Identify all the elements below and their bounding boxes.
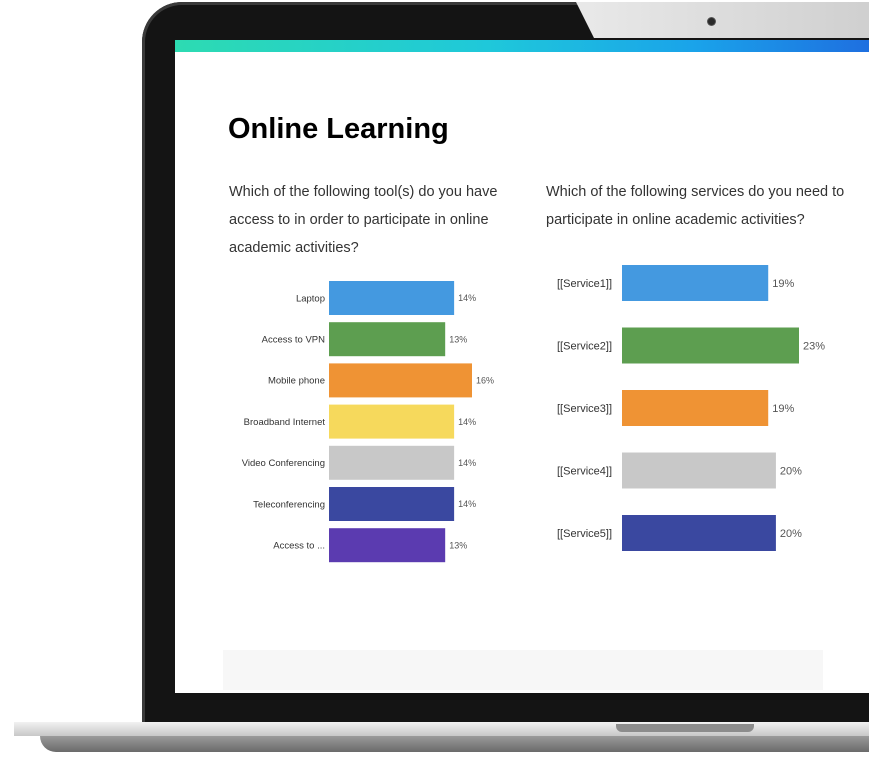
category-label: Mobile phone (268, 376, 325, 387)
bar (622, 515, 776, 551)
value-label: 16% (476, 376, 494, 386)
value-label: 19% (772, 278, 794, 290)
accent-bar (175, 40, 869, 52)
value-label: 23% (803, 340, 825, 352)
question-services: Which of the following services do you n… (546, 184, 845, 228)
bar (329, 404, 455, 439)
bar (329, 363, 472, 398)
category-label: [[Service1]] (557, 278, 612, 290)
category-label: Broadband Internet (244, 417, 326, 428)
value-label: 20% (780, 465, 802, 477)
laptop-base-bottom (40, 736, 869, 752)
value-label: 14% (458, 499, 476, 509)
bar (622, 452, 776, 489)
bezel-glare (576, 2, 869, 38)
value-label: 14% (458, 293, 476, 303)
category-label: [[Service3]] (557, 403, 612, 415)
value-label: 19% (772, 403, 794, 415)
bar (622, 327, 799, 364)
laptop-screen: Online Learning Which of the following t… (175, 40, 869, 693)
page-title: Online Learning (228, 113, 449, 145)
bar (329, 445, 455, 480)
value-label: 20% (780, 528, 802, 540)
category-label: Teleconferencing (253, 499, 325, 510)
faint-content-row (223, 650, 823, 690)
category-label: Video Conferencing (242, 458, 325, 469)
laptop-base (0, 722, 869, 757)
camera-icon (708, 18, 715, 25)
bar (622, 390, 769, 426)
category-label: [[Service4]] (557, 465, 612, 477)
tools-bar-chart: Laptop 14% Access to VPN 13% Mobile phone 16%… (242, 281, 494, 563)
category-label: Access to ... (273, 541, 325, 552)
value-label: 14% (458, 458, 476, 468)
category-label: [[Service5]] (557, 528, 612, 540)
category-label: [[Service2]] (557, 340, 612, 352)
value-label: 13% (449, 540, 467, 550)
bar (329, 528, 446, 563)
value-label: 13% (449, 334, 467, 344)
laptop-notch (616, 724, 754, 732)
question-tools: Which of the following tool(s) do you ha… (229, 184, 498, 256)
bar (329, 322, 446, 357)
bar (329, 487, 455, 521)
bar (622, 265, 769, 301)
category-label: Access to VPN (262, 335, 325, 346)
value-label: 14% (458, 417, 476, 427)
category-label: Laptop (296, 293, 325, 304)
services-bar-chart: [[Service1]] 19% [[Service2]] 23% [[Service3… (557, 265, 825, 551)
bar (329, 281, 455, 315)
